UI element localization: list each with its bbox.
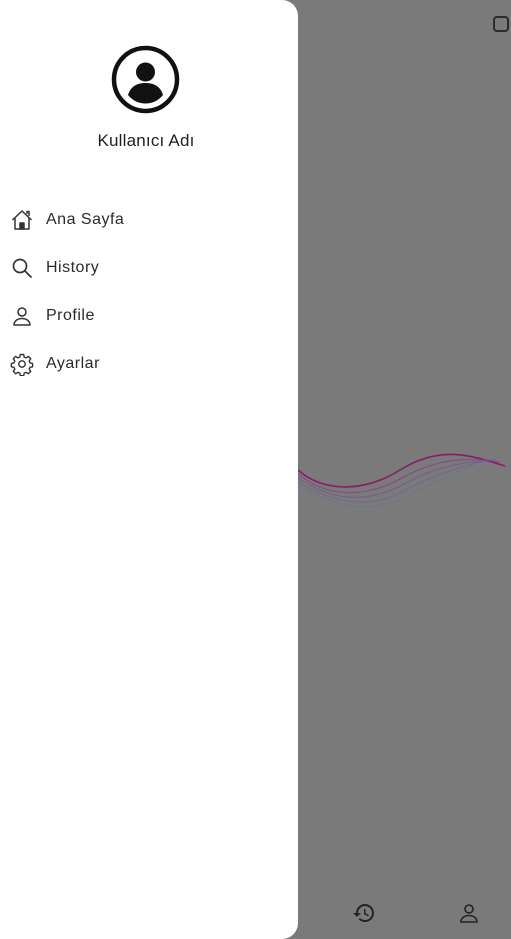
gear-icon bbox=[10, 352, 34, 376]
history-icon[interactable] bbox=[352, 901, 376, 925]
drawer-header: Kullanıcı Adı bbox=[0, 0, 298, 196]
person-icon[interactable] bbox=[457, 901, 481, 925]
menu-item-home[interactable]: Ana Sayfa bbox=[0, 196, 298, 244]
menu-item-label: Ana Sayfa bbox=[46, 211, 125, 228]
user-name: Kullanıcı Adı bbox=[97, 131, 195, 150]
navigation-drawer: Kullanıcı Adı Ana Sayfa History Profile … bbox=[0, 0, 298, 939]
person-icon bbox=[10, 304, 34, 328]
home-icon bbox=[10, 208, 34, 232]
search-icon bbox=[10, 256, 34, 280]
menu-item-label: Profile bbox=[46, 307, 95, 324]
menu-item-profile[interactable]: Profile bbox=[0, 292, 298, 340]
drawer-menu: Ana Sayfa History Profile Ayarlar bbox=[0, 196, 298, 388]
menu-item-label: History bbox=[46, 259, 100, 276]
menu-item-label: Ayarlar bbox=[46, 355, 100, 372]
checkbox[interactable] bbox=[493, 16, 509, 32]
menu-item-history[interactable]: History bbox=[0, 244, 298, 292]
menu-item-settings[interactable]: Ayarlar bbox=[0, 340, 298, 388]
account-circle-icon[interactable] bbox=[111, 45, 180, 114]
